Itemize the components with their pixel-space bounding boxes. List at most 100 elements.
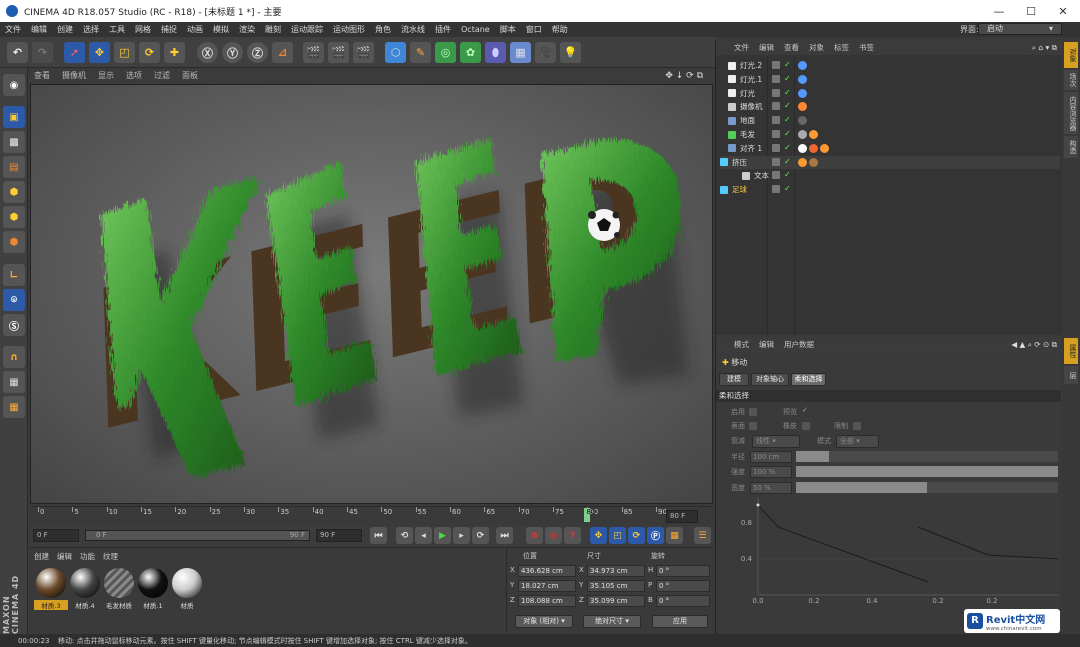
radius-field[interactable]: 100 cm bbox=[750, 451, 792, 463]
object-tag-icon[interactable] bbox=[798, 130, 807, 139]
render-settings-button[interactable]: 🎬 bbox=[353, 42, 374, 63]
side-tab-layers[interactable]: 层 bbox=[1064, 366, 1078, 384]
spline-pen-button[interactable]: ✎ bbox=[410, 42, 431, 63]
object-row[interactable]: ⊞足球 bbox=[720, 183, 1060, 196]
menu-plugins[interactable]: 插件 bbox=[430, 24, 456, 35]
object-row[interactable]: 毛发 bbox=[720, 128, 1060, 141]
coordinate-system-button[interactable]: ⊿ bbox=[272, 42, 293, 63]
rotate-tool-button[interactable]: ⟳ bbox=[139, 42, 160, 63]
workplane-lock-button[interactable]: ▦ bbox=[3, 371, 25, 393]
object-name[interactable]: 灯光 bbox=[740, 88, 776, 99]
material-ball[interactable] bbox=[70, 568, 100, 598]
layer-visibility-box[interactable] bbox=[772, 61, 780, 69]
rotation-field[interactable]: 0 ° bbox=[656, 565, 710, 577]
timeline-window-button[interactable]: ☰ bbox=[694, 527, 711, 544]
rotation-field[interactable]: 0 ° bbox=[656, 580, 710, 592]
enabled-check-icon[interactable]: ✓ bbox=[784, 60, 791, 69]
object-menu-bookmark[interactable]: 书签 bbox=[859, 42, 874, 53]
object-row[interactable]: 灯光 bbox=[720, 87, 1060, 100]
goto-start-button[interactable]: ⏮ bbox=[370, 527, 387, 544]
enabled-check-icon[interactable]: ✓ bbox=[784, 184, 791, 193]
subdivision-surface-button[interactable]: ◎ bbox=[435, 42, 456, 63]
key-rotation-button[interactable]: ⟳ bbox=[628, 527, 645, 544]
attribute-menu-mode[interactable]: 模式 bbox=[734, 339, 749, 350]
enabled-check-icon[interactable]: ✓ bbox=[784, 115, 791, 124]
render-picture-viewer-button[interactable]: 🎬 bbox=[328, 42, 349, 63]
deformer-button[interactable]: ⬮ bbox=[485, 42, 506, 63]
frame-range-slider[interactable]: 0 F 90 F bbox=[85, 530, 310, 541]
tweak-mode-button[interactable]: ⌾ bbox=[3, 289, 25, 311]
width-slider[interactable] bbox=[796, 482, 1058, 493]
enabled-check-icon[interactable]: ✓ bbox=[784, 170, 791, 179]
play-button[interactable]: ▶ bbox=[434, 527, 451, 544]
menu-pipeline[interactable]: 流水线 bbox=[396, 24, 430, 35]
object-search-icons[interactable]: ⌕ ⌂ ▾ ⧉ bbox=[1032, 43, 1057, 53]
tab-modeling[interactable]: 建模 bbox=[719, 373, 749, 386]
object-tag-icon[interactable] bbox=[798, 88, 807, 98]
object-menu-edit[interactable]: 编辑 bbox=[759, 42, 774, 53]
material-name[interactable]: 材质.4 bbox=[68, 600, 102, 610]
menu-script[interactable]: 脚本 bbox=[495, 24, 521, 35]
attribute-menu-edit[interactable]: 编辑 bbox=[759, 339, 774, 350]
enabled-check-icon[interactable]: ✓ bbox=[784, 143, 791, 152]
prev-key-button[interactable]: ⟲ bbox=[396, 527, 413, 544]
material-ball[interactable] bbox=[138, 568, 168, 598]
object-tag-icon[interactable] bbox=[809, 130, 818, 139]
menu-character[interactable]: 角色 bbox=[370, 24, 396, 35]
material-name[interactable]: 材质.1 bbox=[136, 600, 170, 610]
viewport-menu-options[interactable]: 选项 bbox=[120, 70, 148, 81]
object-tag-icon[interactable] bbox=[798, 74, 807, 84]
layer-visibility-box[interactable] bbox=[772, 143, 780, 152]
object-tag-icon[interactable] bbox=[798, 143, 807, 153]
object-menu-tag[interactable]: 标签 bbox=[834, 42, 849, 53]
maximize-button[interactable]: ☐ bbox=[1014, 0, 1048, 22]
object-row[interactable]: 灯光.2 bbox=[720, 59, 1060, 72]
object-name[interactable]: 灯光.1 bbox=[740, 74, 776, 85]
polygons-mode-button[interactable]: ⬢ bbox=[3, 231, 25, 253]
menu-motion-tracking[interactable]: 运动跟踪 bbox=[286, 24, 328, 35]
object-row[interactable]: 地面 bbox=[720, 114, 1060, 127]
snap-enable-button[interactable]: Ⓢ bbox=[3, 314, 25, 336]
object-tag-icon[interactable] bbox=[809, 157, 818, 167]
menu-snap[interactable]: 捕捉 bbox=[156, 24, 182, 35]
z-axis-button[interactable]: Ⓩ bbox=[247, 42, 268, 63]
viewport-menu-panel[interactable]: 面板 bbox=[176, 70, 204, 81]
redo-button[interactable]: ↷ bbox=[32, 42, 53, 63]
menu-select[interactable]: 选择 bbox=[78, 24, 104, 35]
x-axis-button[interactable]: Ⓧ bbox=[197, 42, 218, 63]
key-position-button[interactable]: ✥ bbox=[590, 527, 607, 544]
edges-mode-button[interactable]: ⬢ bbox=[3, 206, 25, 228]
size-field[interactable]: 35.099 cm bbox=[587, 595, 645, 607]
floor-button[interactable]: ▦ bbox=[510, 42, 531, 63]
side-tab-objects[interactable]: 对象 bbox=[1064, 42, 1078, 68]
menu-simulate[interactable]: 模拟 bbox=[208, 24, 234, 35]
attribute-menu-userdata[interactable]: 用户数据 bbox=[784, 339, 814, 350]
tab-soft-selection[interactable]: 柔和选择 bbox=[791, 373, 826, 386]
next-frame-button[interactable]: ▸ bbox=[453, 527, 470, 544]
enabled-check-icon[interactable]: ✓ bbox=[784, 129, 791, 138]
width-field[interactable]: 50 % bbox=[750, 482, 792, 494]
menu-create[interactable]: 创建 bbox=[52, 24, 78, 35]
key-pla-button[interactable]: ▦ bbox=[666, 527, 683, 544]
object-row[interactable]: ⊞挤压 bbox=[720, 155, 1060, 169]
material-name[interactable]: 材质 bbox=[170, 600, 204, 610]
menu-sculpt[interactable]: 雕刻 bbox=[260, 24, 286, 35]
object-menu-file[interactable]: 文件 bbox=[734, 42, 749, 53]
position-field[interactable]: 18.027 cm bbox=[518, 580, 576, 592]
rotation-field[interactable]: 0 ° bbox=[656, 595, 710, 607]
object-tag-icon[interactable] bbox=[809, 143, 818, 153]
snap-magnet-button[interactable]: ∩ bbox=[3, 346, 25, 368]
light-button[interactable]: 💡 bbox=[560, 42, 581, 63]
viewport-menu-camera[interactable]: 摄像机 bbox=[56, 70, 92, 81]
axis-mode-button[interactable]: ∟ bbox=[3, 264, 25, 286]
key-param-button[interactable]: Ⓟ bbox=[647, 527, 664, 544]
prev-frame-button[interactable]: ◂ bbox=[415, 527, 432, 544]
viewport-menu-view[interactable]: 查看 bbox=[28, 70, 56, 81]
camera-button[interactable]: 🎥 bbox=[535, 42, 556, 63]
material-ball[interactable] bbox=[36, 568, 66, 598]
enabled-check-icon[interactable]: ✓ bbox=[784, 101, 791, 110]
menu-file[interactable]: 文件 bbox=[0, 24, 26, 35]
falloff-graph[interactable]: 0.8 0.4 0.0 0.2 0.4 0.2 0.2 bbox=[738, 497, 1058, 607]
enabled-check-icon[interactable]: ✓ bbox=[784, 88, 791, 97]
render-view-button[interactable]: 🎬 bbox=[303, 42, 324, 63]
